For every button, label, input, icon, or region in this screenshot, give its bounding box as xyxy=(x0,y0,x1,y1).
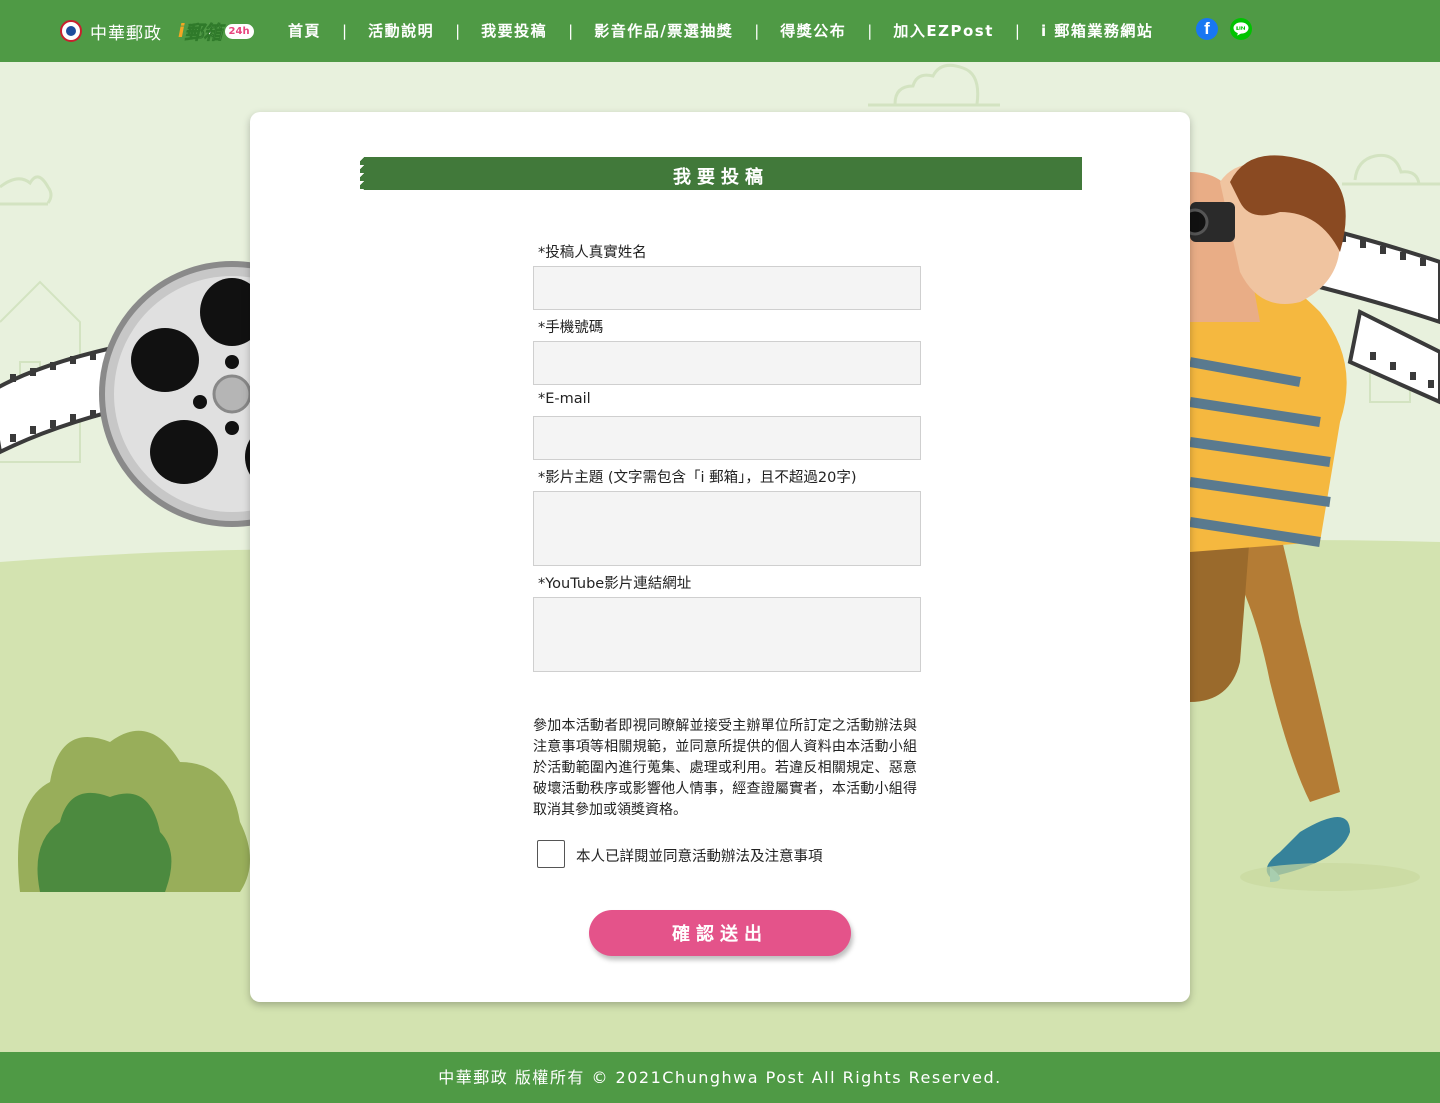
phone-label: *手機號碼 xyxy=(538,320,604,336)
submit-button[interactable]: 確認送出 xyxy=(589,910,851,956)
nav-home[interactable]: 首頁 xyxy=(288,20,321,41)
name-label: *投稿人真實姓名 xyxy=(538,245,647,261)
nav-divider: | xyxy=(1014,21,1020,40)
phone-input[interactable] xyxy=(533,341,921,385)
line-icon[interactable] xyxy=(1230,18,1252,40)
submission-card: 我要投稿 *投稿人真實姓名 *手機號碼 *E-mail *影片主題 (文字需包含… xyxy=(250,112,1190,1002)
youtube-url-label: *YouTube影片連結網址 xyxy=(538,576,692,592)
nav-ibox-site[interactable]: i 郵箱業務網站 xyxy=(1041,20,1153,41)
ibox-logo[interactable]: i 郵箱 24h xyxy=(178,19,254,44)
video-title-input[interactable] xyxy=(533,491,921,566)
nav-divider: | xyxy=(568,21,574,40)
copyright-text: 中華郵政 版權所有 © 2021Chunghwa Post All Rights… xyxy=(438,1068,1002,1087)
name-input[interactable] xyxy=(533,266,921,310)
chunghwa-post-logo-icon xyxy=(60,20,82,42)
nav-winners[interactable]: 得獎公布 xyxy=(780,20,846,41)
brand-name: 中華郵政 xyxy=(90,23,162,44)
nav-divider: | xyxy=(754,21,760,40)
youtube-url-input[interactable] xyxy=(533,597,921,672)
agree-label[interactable]: 本人已詳閱並同意活動辦法及注意事項 xyxy=(576,845,823,866)
nav-event-info[interactable]: 活動說明 xyxy=(368,20,434,41)
ibox-logo-word: 郵箱 xyxy=(184,21,223,44)
brand[interactable]: 中華郵政 i 郵箱 24h xyxy=(60,17,254,45)
email-input[interactable] xyxy=(533,416,921,460)
form-title: 我要投稿 xyxy=(673,167,769,188)
nav-divider: | xyxy=(455,21,461,40)
nav-videos-voting[interactable]: 影音作品/票選抽獎 xyxy=(594,20,733,41)
social-links: f xyxy=(1196,18,1252,40)
form-title-bar: 我要投稿 xyxy=(360,157,1082,190)
main-nav: 首頁 | 活動說明 | 我要投稿 | 影音作品/票選抽獎 | 得獎公布 | 加入… xyxy=(288,20,1153,41)
terms-notice: 參加本活動者即視同瞭解並接受主辦單位所訂定之活動辦法與注意事項等相關規範，並同意… xyxy=(533,718,917,818)
footer: 中華郵政 版權所有 © 2021Chunghwa Post All Rights… xyxy=(0,1052,1440,1103)
line-bubble-icon xyxy=(1233,22,1249,36)
nav-divider: | xyxy=(342,21,348,40)
nav-submit-entry[interactable]: 我要投稿 xyxy=(481,20,547,41)
nav-join-ezpost[interactable]: 加入EZPost xyxy=(893,20,994,41)
video-title-label: *影片主題 (文字需包含「i 郵箱」，且不超過20字) xyxy=(538,470,857,486)
top-navbar: 中華郵政 i 郵箱 24h 首頁 | 活動說明 | 我要投稿 | 影音作品/票選… xyxy=(0,0,1440,62)
facebook-icon[interactable]: f xyxy=(1196,18,1218,40)
ibox-logo-badge: 24h xyxy=(224,23,254,39)
nav-divider: | xyxy=(867,21,873,40)
agree-checkbox[interactable] xyxy=(537,840,565,868)
email-label: *E-mail xyxy=(538,391,591,407)
